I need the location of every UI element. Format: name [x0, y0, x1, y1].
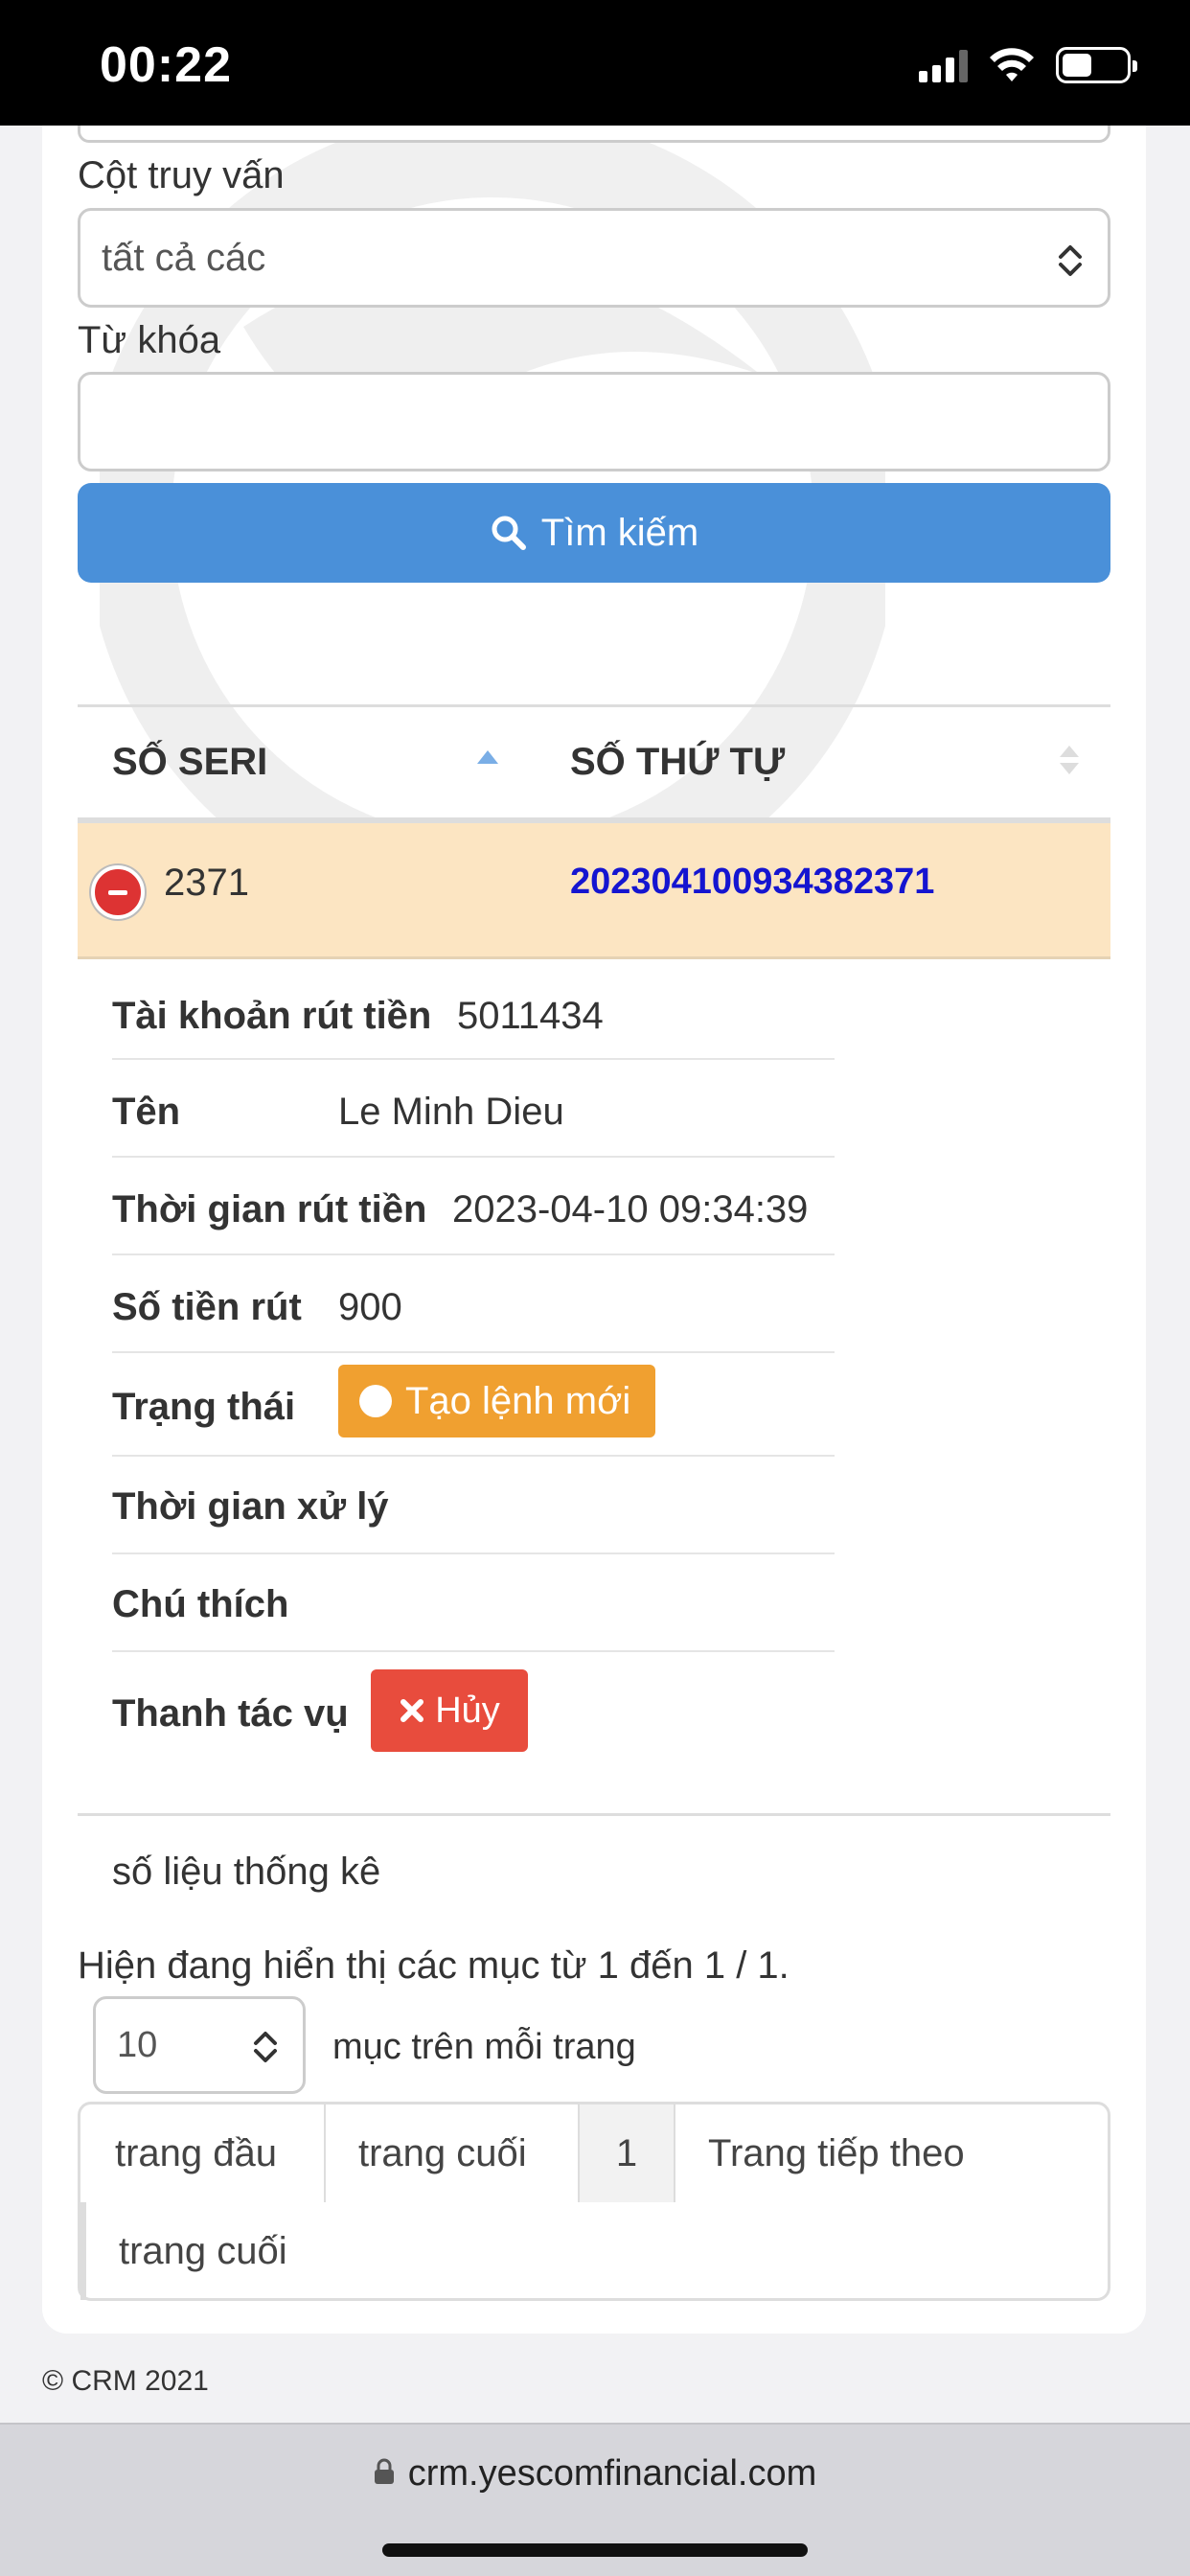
page-prev[interactable]: trang cuối [358, 2104, 527, 2202]
query-column-label: Cột truy vấn [78, 154, 285, 196]
detail-processed: Thời gian xử lý [112, 1457, 835, 1554]
status-bar: 00:22 [0, 0, 1190, 126]
detail-name: Tên Le Minh Dieu [112, 1060, 835, 1158]
page-last[interactable]: trang cuối [119, 2202, 287, 2300]
sort-both-icon[interactable] [1057, 743, 1082, 777]
page-next[interactable]: Trang tiếp theo [708, 2104, 965, 2202]
page-separator [324, 2104, 326, 2202]
cellular-signal-icon [919, 48, 968, 82]
wifi-icon [990, 48, 1034, 81]
detail-status: Trạng thái Tạo lệnh mới [112, 1353, 835, 1457]
status-dot-icon [359, 1385, 392, 1417]
table-top-border [78, 704, 1110, 707]
page-first[interactable]: trang đầu [115, 2104, 277, 2202]
detail-account: Tài khoản rút tiền 5011434 [112, 962, 835, 1060]
detail-amount: Số tiền rút 900 [112, 1255, 835, 1353]
footer-copyright: © CRM 2021 [42, 2365, 209, 2397]
per-page-value: 10 [117, 2025, 158, 2065]
page-separator [80, 2202, 86, 2300]
table-bottom-divider [78, 1813, 1110, 1816]
lock-icon [374, 2458, 394, 2484]
keyword-label: Từ khóa [78, 319, 221, 361]
column-header-seri[interactable]: SỐ SERI [112, 741, 267, 784]
detail-name-label: Tên [112, 1091, 181, 1133]
detail-note-label: Chú thích [112, 1583, 289, 1625]
detail-account-value: 5011434 [457, 995, 604, 1037]
status-badge-label: Tạo lệnh mới [405, 1379, 631, 1422]
page-current[interactable]: 1 [580, 2104, 674, 2202]
url-text: crm.yescomfinancial.com [407, 2453, 817, 2494]
select-updown-icon [1059, 245, 1082, 276]
page-separator [674, 2104, 675, 2202]
detail-name-value: Le Minh Dieu [338, 1091, 564, 1133]
home-indicator[interactable] [382, 2543, 808, 2557]
detail-actions: Thanh tác vụ Hủy [112, 1652, 835, 1769]
detail-time: Thời gian rút tiền 2023-04-10 09:34:39 [112, 1158, 835, 1255]
detail-status-label: Trạng thái [112, 1386, 296, 1428]
page-card: Cột truy vấn tất cả các Từ khóa Tìm kiếm… [42, 126, 1146, 2334]
cancel-button-label: Hủy [435, 1690, 500, 1731]
search-button-label: Tìm kiếm [540, 511, 699, 554]
per-page-label: mục trên mỗi trang [332, 2027, 636, 2067]
detail-account-label: Tài khoản rút tiền [112, 995, 432, 1037]
row-order-link[interactable]: 20230410093438237­1 [570, 862, 934, 903]
detail-time-label: Thời gian rút tiền [112, 1188, 427, 1230]
stats-label: số liệu thống kê [112, 1851, 381, 1893]
browser-url-bar[interactable]: crm.yescomfinancial.com [0, 2423, 1190, 2576]
close-icon [400, 1699, 424, 1722]
sort-asc-icon[interactable] [475, 747, 500, 766]
status-icons [919, 44, 1137, 86]
query-column-select[interactable]: tất cả các [78, 208, 1110, 308]
pagination-info: Hiện đang hiển thị các mục từ 1 đến 1 / … [78, 1944, 790, 1987]
detail-processed-label: Thời gian xử lý [112, 1485, 389, 1528]
previous-field[interactable] [78, 126, 1110, 143]
detail-amount-value: 900 [338, 1286, 402, 1328]
row-seri: 2371 [164, 862, 249, 904]
status-badge: Tạo lệnh mới [338, 1365, 656, 1438]
table-row[interactable]: 2371 20230410093438237­1 [78, 823, 1110, 959]
detail-amount-label: Số tiền rút [112, 1286, 302, 1328]
pagination: trang đầu trang cuối 1 Trang tiếp theo t… [78, 2102, 1110, 2301]
keyword-input[interactable] [78, 372, 1110, 472]
column-header-order[interactable]: SỐ THỨ TỰ [570, 741, 785, 784]
search-button[interactable]: Tìm kiếm [78, 483, 1110, 583]
cancel-button[interactable]: Hủy [371, 1669, 528, 1752]
detail-note: Chú thích [112, 1554, 835, 1652]
status-time: 00:22 [100, 37, 232, 93]
query-column-value: tất cả các [102, 237, 266, 279]
select-updown-icon [254, 2032, 277, 2062]
detail-time-value: 2023-04-10 09:34:39 [452, 1188, 809, 1230]
per-page-select[interactable]: 10 [93, 1996, 306, 2094]
search-icon [492, 516, 526, 550]
battery-icon [1056, 47, 1137, 83]
collapse-row-icon[interactable] [91, 865, 145, 919]
url-display[interactable]: crm.yescomfinancial.com [0, 2453, 1190, 2495]
detail-actions-label: Thanh tác vụ [112, 1692, 349, 1735]
